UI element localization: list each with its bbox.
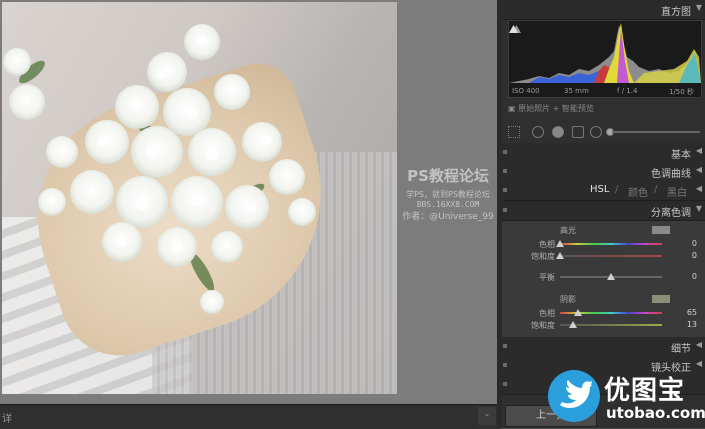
- crop-tool-icon[interactable]: [508, 126, 520, 138]
- split-toning-title: 分离色调: [651, 208, 691, 219]
- panel-switch-icon[interactable]: [503, 344, 507, 348]
- radial-filter-icon[interactable]: [590, 126, 602, 138]
- tab-separator: /: [615, 184, 619, 195]
- develop-right-panel: 直方图 ▼ ISO 400 35 mm f / 1.4 1/50 秒 ▣ 原始照…: [502, 0, 705, 428]
- highlights-color-swatch[interactable]: [652, 226, 670, 234]
- shadows-hue-label: 色相: [539, 309, 555, 318]
- panel-header-basic[interactable]: 基本 ◀: [502, 143, 705, 163]
- panel-header-hsl[interactable]: HSL / 颜色 / 黑白 ◀: [502, 181, 705, 201]
- shadows-saturation-row: 饱和度 13: [502, 319, 705, 331]
- red-eye-icon[interactable]: [552, 126, 564, 138]
- brush-size-track[interactable]: [612, 131, 700, 133]
- panel-switch-icon[interactable]: [503, 382, 507, 386]
- balance-value[interactable]: 0: [692, 272, 697, 281]
- shadows-hue-knob[interactable]: [574, 309, 583, 316]
- shadows-color-swatch[interactable]: [652, 295, 670, 303]
- shadows-saturation-knob[interactable]: [569, 321, 578, 328]
- photo-preview[interactable]: [2, 2, 397, 394]
- highlights-hue-knob[interactable]: [556, 240, 564, 247]
- original-photo-label: 原始照片: [518, 104, 551, 113]
- histogram-title: 直方图: [661, 7, 691, 18]
- toolbar-label: 详: [2, 414, 12, 425]
- histogram-focal-length: 35 mm: [564, 87, 589, 95]
- highlights-hue-slider[interactable]: [560, 243, 662, 245]
- spot-removal-icon[interactable]: [532, 126, 544, 138]
- graduated-filter-icon[interactable]: [572, 126, 584, 138]
- panel-switch-icon[interactable]: [503, 363, 507, 367]
- collapse-triangle-icon: ◀: [695, 184, 702, 193]
- histogram-graph: [509, 23, 701, 83]
- highlights-saturation-slider[interactable]: [560, 255, 662, 257]
- balance-knob[interactable]: [607, 273, 615, 280]
- split-toning-body: 高光 色相 0 饱和度 0 平衡 0 阴影 色相 65 饱和度 13: [502, 221, 705, 337]
- site-logo: 优图宝 utobao.com: [548, 366, 705, 428]
- histogram: ISO 400 35 mm f / 1.4 1/50 秒: [508, 20, 702, 98]
- panel-header-split-toning[interactable]: 分离色调 ▼: [502, 201, 705, 221]
- filmstrip-toolbar: 详 -: [0, 404, 500, 429]
- highlights-saturation-value[interactable]: 0: [692, 251, 697, 260]
- shadows-title: 阴影: [560, 295, 576, 304]
- smart-preview-label: 智能预览: [561, 104, 594, 113]
- panel-switch-icon[interactable]: [503, 150, 507, 154]
- highlights-saturation-row: 饱和度 0: [502, 250, 705, 262]
- tab-separator: /: [654, 184, 658, 195]
- photo-canvas-area: PS教程论坛 学PS，就到PS教程论坛 BBS.16XX8.COM 作者：@Un…: [0, 0, 500, 404]
- bw-tab[interactable]: 黑白: [667, 184, 687, 199]
- shadows-hue-value[interactable]: 65: [687, 308, 697, 317]
- highlights-hue-row: 色相 0: [502, 238, 705, 250]
- original-photo-row[interactable]: ▣ 原始照片 + 智能预览: [508, 103, 594, 114]
- watermark-author: 作者：@Universe_99: [402, 212, 494, 222]
- watermark-url: BBS.16XX8.COM: [416, 200, 480, 209]
- watermark: PS教程论坛 学PS，就到PS教程论坛 BBS.16XX8.COM 作者：@Un…: [398, 165, 498, 222]
- highlights-saturation-label: 饱和度: [531, 252, 555, 261]
- balance-row: 平衡 0: [502, 271, 705, 283]
- bird-icon: [560, 380, 592, 408]
- panel-header-detail[interactable]: 细节 ◀: [502, 337, 705, 357]
- logo-text: 优图宝: [604, 376, 686, 406]
- watermark-slogan: 学PS，就到PS教程论坛: [406, 190, 490, 199]
- hsl-tab[interactable]: HSL: [590, 184, 609, 195]
- logo-url: utobao.com: [606, 404, 705, 422]
- panel-header-histogram[interactable]: 直方图 ▼: [502, 0, 705, 20]
- basic-title: 基本: [671, 150, 691, 161]
- histogram-shutter: 1/50 秒: [669, 88, 694, 96]
- highlights-saturation-knob[interactable]: [556, 252, 564, 259]
- detail-title: 细节: [671, 344, 691, 355]
- panel-switch-icon[interactable]: [503, 188, 507, 192]
- panel-switch-icon[interactable]: [503, 169, 507, 173]
- plus-icon: +: [552, 104, 560, 113]
- tone-curve-title: 色调曲线: [651, 169, 691, 180]
- panel-switch-icon[interactable]: [503, 208, 507, 212]
- collapse-triangle-icon: ▼: [695, 3, 702, 12]
- shadows-hue-row: 色相 65: [502, 307, 705, 319]
- histogram-aperture: f / 1.4: [617, 87, 638, 95]
- collapse-triangle-icon: ◀: [695, 340, 702, 349]
- watermark-title: PS教程论坛: [407, 167, 489, 185]
- highlight-clipping-icon[interactable]: [509, 24, 518, 33]
- toolbar-dropdown-button[interactable]: -: [478, 407, 496, 425]
- highlights-title: 高光: [560, 226, 576, 235]
- balance-label: 平衡: [539, 273, 555, 282]
- histogram-iso: ISO 400: [512, 87, 540, 95]
- photo-flowers: [3, 24, 316, 314]
- shadows-saturation-label: 饱和度: [531, 321, 555, 330]
- highlights-hue-label: 色相: [539, 240, 555, 249]
- collapse-triangle-icon: ◀: [695, 146, 702, 155]
- panel-header-tone-curve[interactable]: 色调曲线 ◀: [502, 162, 705, 182]
- collapse-triangle-icon: ◀: [695, 165, 702, 174]
- shadows-saturation-value[interactable]: 13: [687, 320, 697, 329]
- tool-strip: [502, 122, 705, 140]
- highlights-hue-value[interactable]: 0: [692, 239, 697, 248]
- color-tab[interactable]: 颜色: [628, 184, 648, 199]
- photo-icon: ▣: [508, 104, 516, 113]
- collapse-triangle-icon: ▼: [695, 204, 702, 213]
